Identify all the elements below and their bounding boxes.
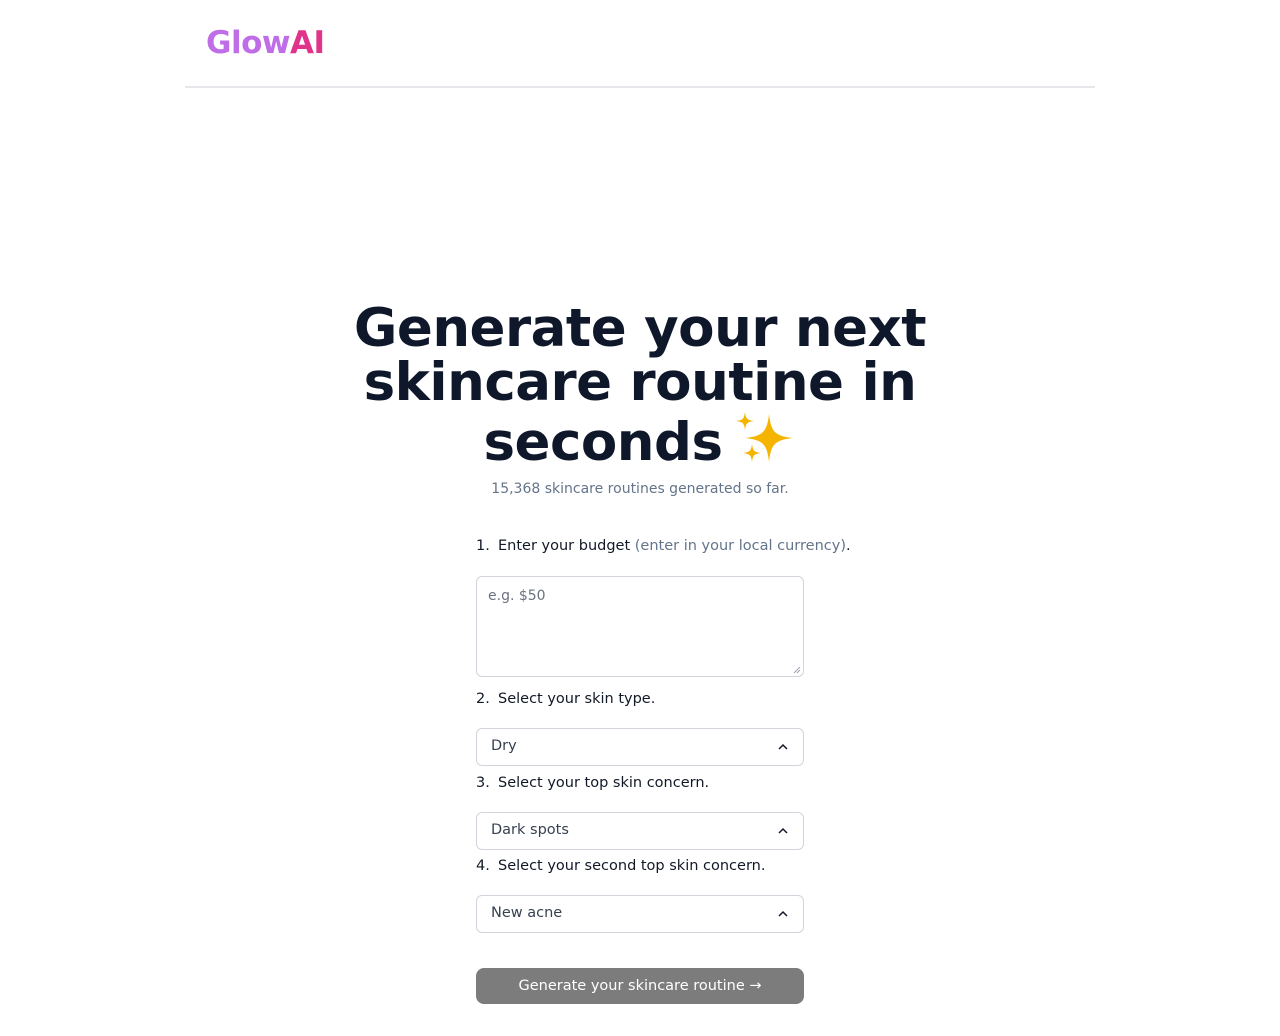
step-text: Select your skin type.	[498, 691, 656, 707]
logo[interactable]: GlowAI	[206, 24, 325, 62]
logo-ai: AI	[290, 25, 325, 61]
second-concern-select[interactable]: New acne	[476, 895, 804, 933]
step-text: Select your top skin concern.	[498, 775, 710, 791]
step-1-label: 1. Enter your budget (enter in your local…	[476, 538, 851, 554]
chevron-up-icon	[778, 743, 788, 750]
step-3-label: 3. Select your top skin concern.	[476, 775, 709, 791]
step-4-label: 4. Select your second top skin concern.	[476, 858, 765, 874]
step-suffix: .	[845, 538, 851, 554]
chevron-up-icon	[778, 910, 788, 917]
budget-input[interactable]: e.g. $50	[476, 576, 804, 677]
logo-glow: Glow	[206, 25, 291, 61]
page-title-text: Generate your next skincare routine in s…	[353, 298, 927, 473]
step-number: 3.	[476, 775, 490, 791]
top-concern-value: Dark spots	[491, 822, 569, 838]
step-text: Select your second top skin concern.	[498, 858, 766, 874]
top-concern-select[interactable]: Dark spots	[476, 812, 804, 850]
step-hint: (enter in your local currency)	[634, 538, 846, 554]
resize-grip-icon[interactable]	[793, 666, 801, 674]
step-text: Enter your budget	[498, 538, 631, 554]
routines-count: 15,368 skincare routines generated so fa…	[491, 481, 789, 497]
page-title: Generate your next skincare routine in s…	[340, 302, 940, 470]
chevron-up-icon	[778, 827, 788, 834]
step-number: 1.	[476, 538, 490, 554]
step-number: 2.	[476, 691, 490, 707]
site-header: GlowAI	[185, 0, 1095, 88]
budget-placeholder: e.g. $50	[488, 588, 546, 604]
step-number: 4.	[476, 858, 490, 874]
sparkles-icon	[735, 412, 793, 462]
step-2-label: 2. Select your skin type.	[476, 691, 655, 707]
generate-button[interactable]: Generate your skincare routine →	[476, 968, 804, 1004]
skin-type-value: Dry	[491, 738, 517, 754]
second-concern-value: New acne	[491, 905, 563, 921]
skin-type-select[interactable]: Dry	[476, 728, 804, 766]
hero: Generate your next skincare routine in s…	[340, 302, 940, 470]
